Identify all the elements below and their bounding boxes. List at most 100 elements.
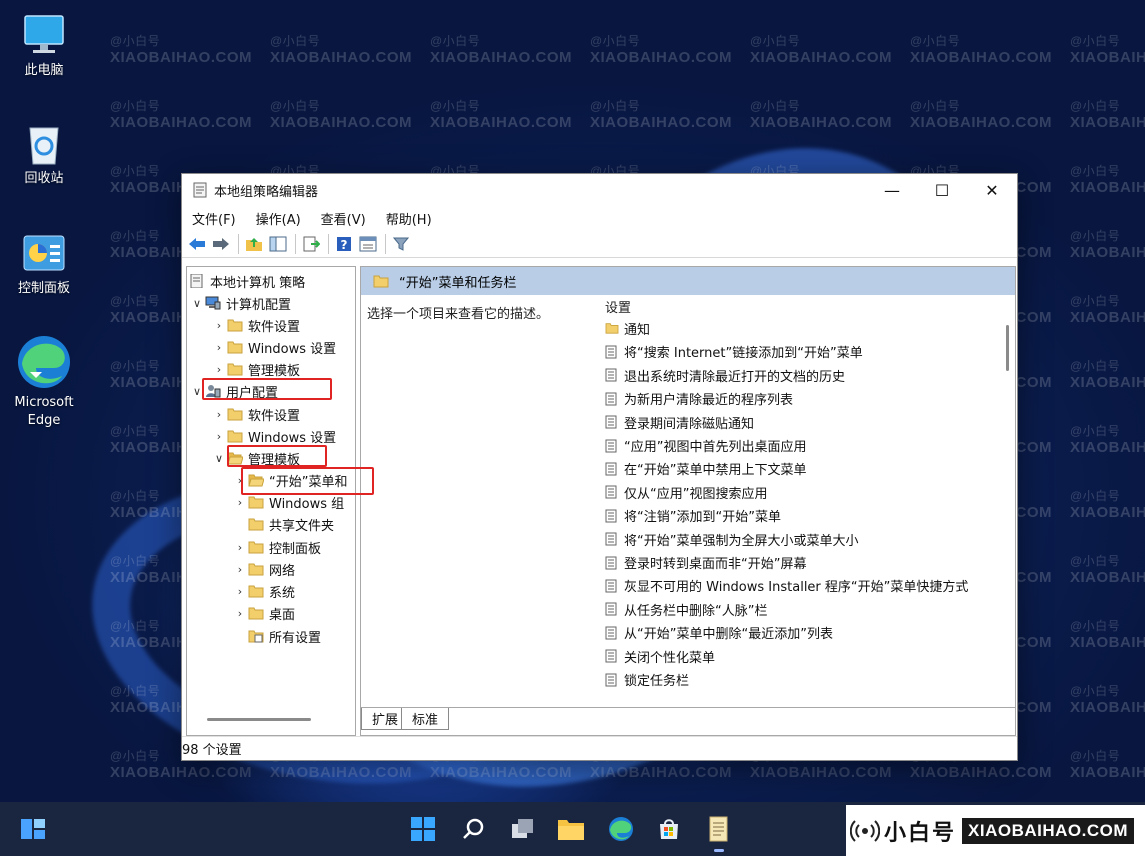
setting-item[interactable]: 仅从“应用”视图搜索应用: [605, 481, 767, 504]
menu-action[interactable]: 操作(A): [250, 209, 307, 228]
tree-node-local-policy[interactable]: 本地计算机 策略: [189, 270, 305, 292]
svg-text:?: ?: [341, 238, 348, 252]
folder-icon: [227, 407, 243, 421]
tree-node-windows-settings[interactable]: › Windows 设置: [211, 425, 336, 447]
group-policy-editor-window: 本地组策略编辑器 — ☐ ✕ 文件(F) 操作(A) 查看(V) 帮助(H) ?…: [181, 173, 1018, 761]
folder-open-icon: [248, 473, 265, 487]
search-icon[interactable]: [458, 814, 488, 844]
setting-label: 将“开始”菜单强制为全屏大小或菜单大小: [624, 533, 859, 549]
task-view-icon[interactable]: [508, 814, 538, 844]
tree-node-user-config[interactable]: ∨ 用户配置: [189, 380, 278, 402]
setting-label: 从“开始”菜单中删除“最近添加”列表: [624, 627, 833, 643]
policy-setting-icon: [605, 439, 617, 453]
help-icon[interactable]: ?: [333, 233, 355, 255]
chevron-right-icon[interactable]: ›: [211, 319, 227, 332]
maximize-button[interactable]: ☐: [917, 174, 967, 206]
tree-node-admin-templates[interactable]: ∨ 管理模板: [211, 447, 300, 469]
column-header-settings[interactable]: 设置: [589, 295, 1015, 317]
setting-item[interactable]: 从“开始”菜单中删除“最近添加”列表: [605, 621, 833, 644]
setting-item[interactable]: 登录期间清除磁贴通知: [605, 411, 754, 434]
chevron-down-icon[interactable]: ∨: [189, 297, 205, 310]
chevron-right-icon[interactable]: ›: [232, 563, 248, 576]
chevron-right-icon[interactable]: ›: [211, 363, 227, 376]
desktop-icon-edge[interactable]: Microsoft Edge: [4, 334, 84, 430]
tree-node-windows-settings[interactable]: › Windows 设置: [211, 336, 336, 358]
window-title: 本地组策略编辑器: [214, 184, 319, 200]
tree-node-software-settings[interactable]: › 软件设置: [211, 403, 300, 425]
minimize-button[interactable]: —: [867, 174, 917, 206]
policy-setting-icon: [605, 579, 617, 593]
file-explorer-icon[interactable]: [556, 814, 586, 844]
chevron-right-icon[interactable]: ›: [211, 430, 227, 443]
store-icon[interactable]: [654, 814, 684, 844]
up-folder-icon[interactable]: [243, 233, 265, 255]
start-windows-icon[interactable]: [408, 814, 438, 844]
setting-item[interactable]: 将“注销”添加到“开始”菜单: [605, 504, 781, 527]
tree-node-label: “开始”菜单和: [269, 474, 348, 490]
folder-icon: [605, 322, 619, 336]
chevron-down-icon[interactable]: ∨: [211, 452, 227, 465]
setting-folder-notifications[interactable]: 通知: [605, 317, 650, 340]
tree-horizontal-scrollbar[interactable]: [207, 718, 311, 721]
setting-item[interactable]: 锁定任务栏: [605, 668, 689, 691]
edge-browser-icon[interactable]: [606, 814, 636, 844]
export-list-icon[interactable]: [300, 233, 322, 255]
setting-item[interactable]: “应用”视图中首先列出桌面应用: [605, 434, 806, 457]
title-bar[interactable]: 本地组策略编辑器 — ☐ ✕: [182, 174, 1017, 206]
detail-pane: “开始”菜单和任务栏 选择一个项目来查看它的描述。 设置 通知 将“搜索 Inte…: [360, 266, 1016, 736]
chevron-right-icon[interactable]: ›: [232, 541, 248, 554]
setting-item[interactable]: 登录时转到桌面而非“开始”屏幕: [605, 551, 806, 574]
policy-setting-icon: [605, 649, 617, 663]
tree-node-network[interactable]: › 网络: [232, 558, 295, 580]
folder-icon: [227, 429, 243, 443]
setting-item[interactable]: 将“搜索 Internet”链接添加到“开始”菜单: [605, 340, 863, 363]
tree-node-shared-folders[interactable]: 共享文件夹: [248, 513, 334, 535]
detail-header-title: “开始”菜单和任务栏: [399, 275, 517, 291]
tree-node-computer-config[interactable]: ∨ 计算机配置: [189, 292, 291, 314]
tree-node-system[interactable]: › 系统: [232, 580, 295, 602]
desktop-icon-recycle-bin[interactable]: 回收站: [4, 120, 84, 188]
tree-node-software-settings[interactable]: › 软件设置: [211, 314, 300, 336]
setting-label: 关闭个性化菜单: [624, 650, 716, 666]
setting-item[interactable]: 在“开始”菜单中禁用上下文菜单: [605, 457, 806, 480]
chevron-right-icon[interactable]: ›: [232, 607, 248, 620]
chevron-right-icon[interactable]: ›: [232, 474, 248, 487]
properties-icon[interactable]: [357, 233, 379, 255]
setting-label: 从任务栏中删除“人脉”栏: [624, 603, 768, 619]
widgets-icon[interactable]: [18, 814, 48, 844]
desktop-icon-this-pc[interactable]: 此电脑: [4, 12, 84, 80]
chevron-down-icon[interactable]: ∨: [189, 385, 205, 398]
setting-item[interactable]: 为新用户清除最近的程序列表: [605, 387, 793, 410]
tab-standard[interactable]: 标准: [401, 708, 450, 730]
tree-node-label: 所有设置: [269, 630, 322, 646]
gpedit-taskbar-icon[interactable]: [704, 814, 734, 852]
setting-item[interactable]: 从任务栏中删除“人脉”栏: [605, 598, 767, 621]
menu-view[interactable]: 查看(V): [315, 209, 372, 228]
show-hide-tree-icon[interactable]: [267, 233, 289, 255]
back-arrow-icon[interactable]: [186, 233, 208, 255]
filter-icon[interactable]: [390, 233, 412, 255]
menu-help[interactable]: 帮助(H): [380, 209, 438, 228]
tree-node-control-panel[interactable]: › 控制面板: [232, 536, 321, 558]
desktop-icon-label: 回收站: [24, 171, 64, 186]
setting-item[interactable]: 将“开始”菜单强制为全屏大小或菜单大小: [605, 528, 858, 551]
chevron-right-icon[interactable]: ›: [211, 408, 227, 421]
forward-arrow-icon[interactable]: [210, 233, 232, 255]
tree-node-label: 软件设置: [248, 408, 301, 424]
setting-item[interactable]: 退出系统时清除最近打开的文档的历史: [605, 364, 845, 387]
chevron-right-icon[interactable]: ›: [211, 341, 227, 354]
tree-node-admin-templates[interactable]: › 管理模板: [211, 358, 300, 380]
desktop-icon-control-panel[interactable]: 控制面板: [4, 230, 84, 298]
folder-icon: [248, 584, 264, 598]
tree-node-start-menu-taskbar[interactable]: › “开始”菜单和: [232, 469, 348, 491]
menu-file[interactable]: 文件(F): [186, 209, 242, 228]
settings-vertical-scrollbar[interactable]: [1006, 325, 1009, 371]
setting-item[interactable]: 灰显不可用的 Windows Installer 程序“开始”菜单快捷方式: [605, 574, 968, 597]
close-button[interactable]: ✕: [967, 174, 1017, 206]
setting-item[interactable]: 关闭个性化菜单: [605, 645, 715, 668]
tree-node-all-settings[interactable]: 所有设置: [248, 625, 321, 647]
tree-node-desktop[interactable]: › 桌面: [232, 602, 295, 624]
chevron-right-icon[interactable]: ›: [232, 496, 248, 509]
chevron-right-icon[interactable]: ›: [232, 585, 248, 598]
tree-node-windows-components[interactable]: › Windows 组: [232, 491, 344, 513]
